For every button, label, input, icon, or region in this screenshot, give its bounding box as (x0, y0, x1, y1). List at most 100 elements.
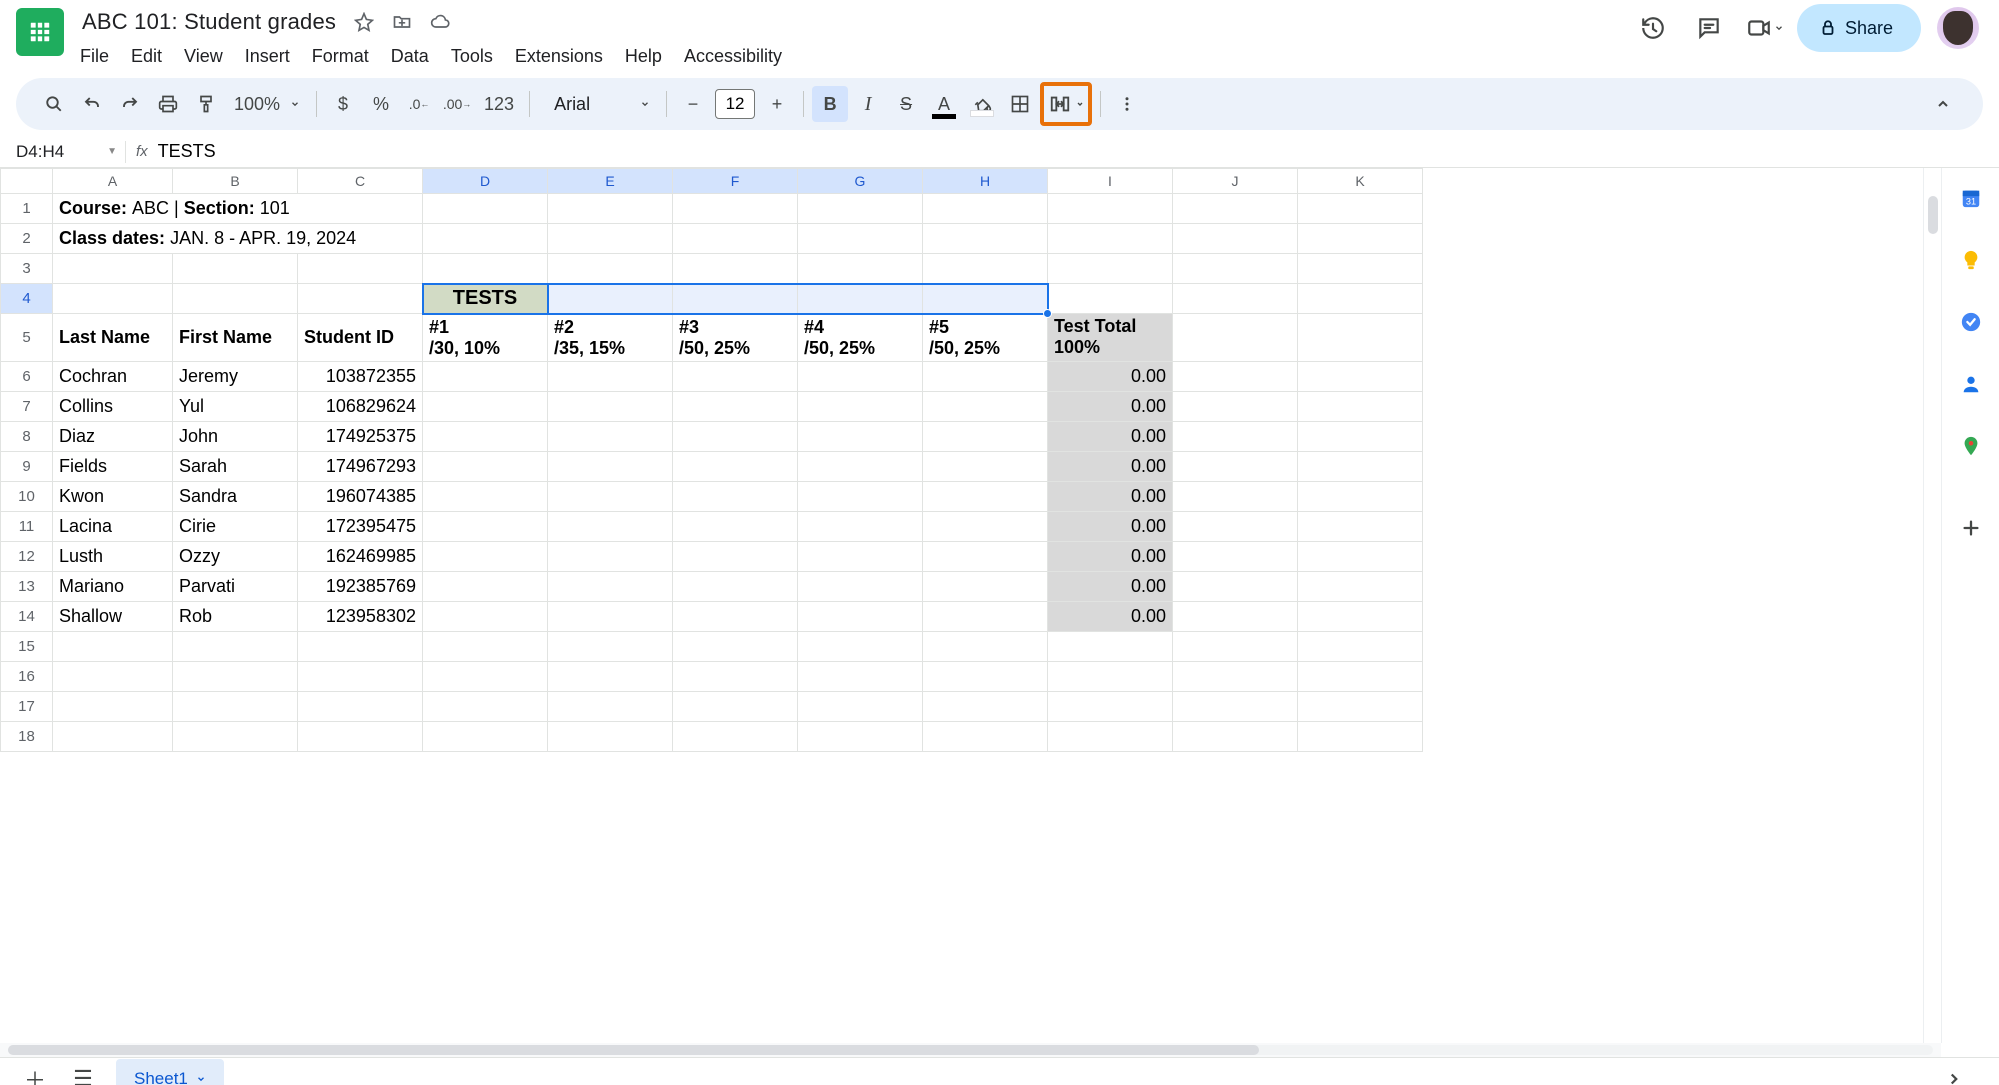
calendar-icon[interactable]: 31 (1959, 186, 1983, 210)
cell-B8[interactable]: John (173, 421, 298, 451)
cell-C8[interactable]: 174925375 (298, 421, 423, 451)
cell-A11[interactable]: Lacina (53, 511, 173, 541)
row-header-16[interactable]: 16 (1, 661, 53, 691)
add-addon-icon[interactable] (1959, 516, 1983, 540)
font-size-input[interactable] (715, 89, 755, 119)
cell-E4[interactable] (548, 284, 673, 314)
collapse-toolbar-icon[interactable] (1923, 84, 1963, 124)
fill-color-button[interactable] (964, 86, 1000, 122)
menu-accessibility[interactable]: Accessibility (674, 40, 792, 73)
cell-C12[interactable]: 162469985 (298, 541, 423, 571)
cell-B7[interactable]: Yul (173, 391, 298, 421)
row-header-15[interactable]: 15 (1, 631, 53, 661)
account-avatar[interactable] (1937, 7, 1979, 49)
menu-data[interactable]: Data (381, 40, 439, 73)
keep-icon[interactable] (1959, 248, 1983, 272)
row-header-8[interactable]: 8 (1, 421, 53, 451)
move-icon[interactable] (392, 12, 412, 32)
cell-G4[interactable] (798, 284, 923, 314)
all-sheets-icon[interactable]: ☰ (68, 1064, 98, 1085)
text-color-button[interactable]: A (926, 86, 962, 122)
cell-A9[interactable]: Fields (53, 451, 173, 481)
cell-I10[interactable]: 0.00 (1048, 481, 1173, 511)
font-size-increase-button[interactable]: + (759, 86, 795, 122)
cell-C10[interactable]: 196074385 (298, 481, 423, 511)
zoom-select[interactable]: 100% (226, 94, 308, 115)
cell-B6[interactable]: Jeremy (173, 361, 298, 391)
star-icon[interactable] (354, 12, 374, 32)
cell-F4[interactable] (673, 284, 798, 314)
col-header-I[interactable]: I (1048, 169, 1173, 194)
menu-extensions[interactable]: Extensions (505, 40, 613, 73)
cell-A6[interactable]: Cochran (53, 361, 173, 391)
format-currency-button[interactable]: $ (325, 86, 361, 122)
cell-C9[interactable]: 174967293 (298, 451, 423, 481)
cell-F5[interactable]: #3 /50, 25% (673, 314, 798, 362)
cell-B14[interactable]: Rob (173, 601, 298, 631)
cell-E5[interactable]: #2 /35, 15% (548, 314, 673, 362)
cell-A7[interactable]: Collins (53, 391, 173, 421)
decrease-decimal-button[interactable]: .0← (401, 86, 437, 122)
cell-I8[interactable]: 0.00 (1048, 421, 1173, 451)
scroll-sheets-icon[interactable] (1939, 1064, 1969, 1085)
comments-icon[interactable] (1685, 4, 1733, 52)
menu-view[interactable]: View (174, 40, 233, 73)
cell-I5[interactable]: Test Total 100% (1048, 314, 1173, 362)
merge-cells-button[interactable] (1044, 86, 1088, 122)
increase-decimal-button[interactable]: .00→ (439, 86, 475, 122)
italic-button[interactable]: I (850, 86, 886, 122)
cell-I12[interactable]: 0.00 (1048, 541, 1173, 571)
row-header-14[interactable]: 14 (1, 601, 53, 631)
cell-C7[interactable]: 106829624 (298, 391, 423, 421)
row-header-1[interactable]: 1 (1, 194, 53, 224)
cell-C13[interactable]: 192385769 (298, 571, 423, 601)
cell-A5[interactable]: Last Name (53, 314, 173, 362)
cell-G5[interactable]: #4 /50, 25% (798, 314, 923, 362)
cell-I13[interactable]: 0.00 (1048, 571, 1173, 601)
horizontal-scrollbar[interactable] (0, 1043, 1941, 1057)
cell-D5[interactable]: #1 /30, 10% (423, 314, 548, 362)
spreadsheet-grid[interactable]: ABCDEFGHIJK1 Course: ABC | Section: 101 … (0, 168, 1941, 1043)
row-header-6[interactable]: 6 (1, 361, 53, 391)
menu-insert[interactable]: Insert (235, 40, 300, 73)
cell-A8[interactable]: Diaz (53, 421, 173, 451)
cell-B5[interactable]: First Name (173, 314, 298, 362)
bold-button[interactable]: B (812, 86, 848, 122)
cell-I6[interactable]: 0.00 (1048, 361, 1173, 391)
more-formats-button[interactable]: 123 (477, 86, 521, 122)
history-icon[interactable] (1629, 4, 1677, 52)
cell-B13[interactable]: Parvati (173, 571, 298, 601)
cell-A1[interactable]: Course: ABC | Section: 101 (53, 194, 423, 224)
menu-help[interactable]: Help (615, 40, 672, 73)
cell-B12[interactable]: Ozzy (173, 541, 298, 571)
cell-A13[interactable]: Mariano (53, 571, 173, 601)
row-header-18[interactable]: 18 (1, 721, 53, 751)
row-header-17[interactable]: 17 (1, 691, 53, 721)
maps-icon[interactable] (1959, 434, 1983, 458)
tasks-icon[interactable] (1959, 310, 1983, 334)
strikethrough-button[interactable]: S (888, 86, 924, 122)
row-header-5[interactable]: 5 (1, 314, 53, 362)
cell-I9[interactable]: 0.00 (1048, 451, 1173, 481)
font-size-decrease-button[interactable]: − (675, 86, 711, 122)
cell-I11[interactable]: 0.00 (1048, 511, 1173, 541)
formula-value[interactable]: TESTS (158, 141, 216, 162)
cloud-status-icon[interactable] (430, 12, 450, 32)
cell-A14[interactable]: Shallow (53, 601, 173, 631)
cell-C11[interactable]: 172395475 (298, 511, 423, 541)
sheets-logo-icon[interactable] (16, 8, 64, 56)
cell-A12[interactable]: Lusth (53, 541, 173, 571)
cell-D4[interactable]: TESTS (423, 284, 548, 314)
cell-B9[interactable]: Sarah (173, 451, 298, 481)
cell-H5[interactable]: #5 /50, 25% (923, 314, 1048, 362)
row-header-4[interactable]: 4 (1, 284, 53, 314)
menu-format[interactable]: Format (302, 40, 379, 73)
cell-C5[interactable]: Student ID (298, 314, 423, 362)
vertical-scrollbar[interactable] (1923, 168, 1941, 1043)
cell-I7[interactable]: 0.00 (1048, 391, 1173, 421)
row-header-7[interactable]: 7 (1, 391, 53, 421)
cell-C6[interactable]: 103872355 (298, 361, 423, 391)
menu-edit[interactable]: Edit (121, 40, 172, 73)
menu-file[interactable]: File (70, 40, 119, 73)
name-box[interactable]: D4:H4▼ (10, 142, 125, 162)
